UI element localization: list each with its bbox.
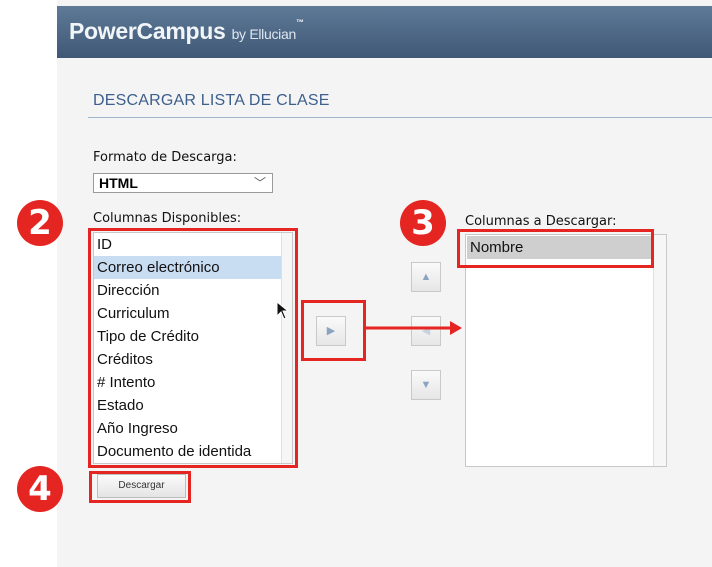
title-divider (88, 117, 712, 118)
mouse-cursor-icon (276, 301, 290, 320)
list-item[interactable]: Créditos (94, 348, 292, 371)
download-columns-label: Columnas a Descargar: (465, 214, 617, 229)
arrow-right-icon (364, 321, 462, 335)
move-down-button[interactable]: ▼ (411, 370, 441, 400)
list-scrollbar[interactable] (281, 233, 292, 463)
list-scrollbar[interactable] (653, 235, 666, 466)
brand-by: by Ellucian (231, 26, 297, 42)
brand-name: PowerCampus (69, 18, 226, 44)
step-badge-2: 2 (17, 200, 63, 246)
move-right-button[interactable]: ▶ (316, 316, 346, 346)
list-item-selected[interactable]: Nombre (467, 236, 665, 259)
list-item[interactable]: ID (94, 233, 292, 256)
brand-logo: PowerCampus by Ellucian™ (69, 18, 304, 45)
page-title: DESCARGAR LISTA DE CLASE (93, 92, 330, 109)
download-columns-list[interactable]: Nombre (465, 234, 667, 467)
list-item[interactable]: # Intento (94, 371, 292, 394)
list-item[interactable]: Año Ingreso (94, 417, 292, 440)
available-columns-list[interactable]: ID Correo electrónico Dirección Curricul… (93, 232, 293, 464)
list-item[interactable]: Tipo de Crédito (94, 325, 292, 348)
step-badge-3: 3 (400, 200, 446, 246)
format-label: Formato de Descarga: (93, 150, 237, 165)
list-item[interactable]: Documento de identida (94, 440, 292, 463)
list-item[interactable]: Estado (94, 394, 292, 417)
format-select[interactable]: HTML ﹀ (93, 173, 273, 193)
list-item-selected[interactable]: Correo electrónico (94, 256, 292, 279)
list-item[interactable]: Dirección (94, 279, 292, 302)
download-button[interactable]: Descargar (97, 474, 186, 498)
list-item[interactable]: Curriculum (94, 302, 292, 325)
chevron-down-icon: ﹀ (253, 176, 266, 190)
format-selected-value: HTML (99, 175, 138, 191)
brand-tm: ™ (295, 18, 304, 27)
step-badge-4: 4 (17, 466, 63, 512)
available-columns-label: Columnas Disponibles: (93, 211, 242, 226)
move-up-button[interactable]: ▲ (411, 262, 441, 292)
app-header: PowerCampus by Ellucian™ (57, 6, 712, 58)
